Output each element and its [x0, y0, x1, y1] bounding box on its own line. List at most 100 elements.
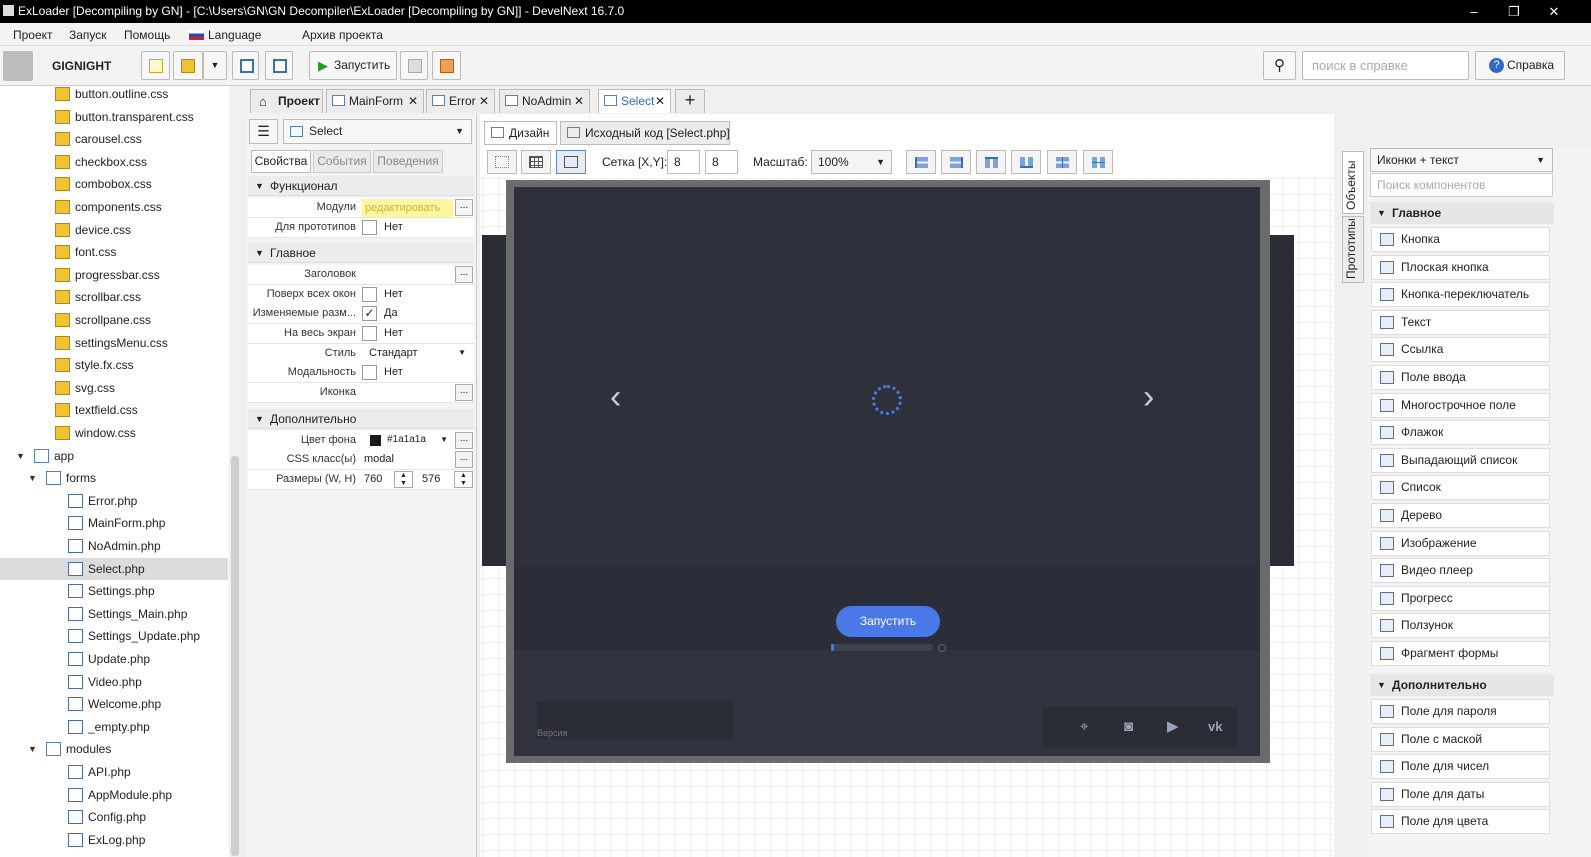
- avatar[interactable]: [3, 51, 33, 81]
- tab-behaviors[interactable]: Поведения: [373, 150, 443, 173]
- align-bottom-button[interactable]: [1011, 150, 1041, 174]
- maximize-button[interactable]: ❐: [1494, 2, 1534, 21]
- tab-objects[interactable]: Объекты: [1342, 151, 1364, 214]
- palette-item[interactable]: Видео плеер: [1371, 558, 1550, 584]
- close-tab-icon[interactable]: ✕: [574, 90, 584, 112]
- center-vertical-button[interactable]: [1083, 150, 1113, 174]
- snap-dots-button[interactable]: [487, 150, 517, 174]
- tree-item[interactable]: API.php: [0, 761, 228, 783]
- tab-noadmin[interactable]: NoAdmin ✕: [499, 89, 590, 113]
- palette-item[interactable]: Список: [1371, 475, 1550, 501]
- add-tab-button[interactable]: +: [675, 89, 705, 113]
- tree-item[interactable]: scrollbar.css: [0, 286, 228, 308]
- menu-help[interactable]: Помощь: [124, 28, 170, 42]
- fullscreen-checkbox[interactable]: [362, 326, 377, 341]
- open-project-button[interactable]: [173, 51, 203, 80]
- close-tab-icon[interactable]: ✕: [655, 90, 665, 112]
- width-stepper[interactable]: ▲ ▼: [394, 471, 413, 488]
- frame-button[interactable]: [556, 150, 586, 174]
- tab-prototypes[interactable]: Прототипы: [1342, 216, 1364, 283]
- palette-item[interactable]: Плоская кнопка: [1371, 254, 1550, 280]
- tree-item[interactable]: Error.php: [0, 490, 228, 512]
- section-functional[interactable]: Функционал: [248, 176, 474, 196]
- expand-arrow-icon[interactable]: ▼: [28, 467, 37, 489]
- menu-archive[interactable]: Архив проекта: [302, 28, 383, 42]
- tree-item[interactable]: ▼ app: [0, 445, 228, 467]
- palette-section-extra[interactable]: Дополнительно: [1370, 674, 1554, 696]
- close-button[interactable]: ✕: [1534, 2, 1574, 21]
- tree-item[interactable]: checkbox.css: [0, 151, 228, 173]
- tree-item[interactable]: Update.php: [0, 648, 228, 670]
- tree-item[interactable]: carousel.css: [0, 128, 228, 150]
- close-tab-icon[interactable]: ✕: [479, 90, 489, 112]
- tree-scrollbar-thumb[interactable]: [231, 456, 239, 856]
- grid-button[interactable]: [521, 150, 551, 174]
- tab-properties[interactable]: Свойства: [251, 150, 311, 173]
- tree-item[interactable]: components.css: [0, 196, 228, 218]
- prototypes-checkbox[interactable]: [362, 220, 377, 235]
- tree-item[interactable]: settingsMenu.css: [0, 332, 228, 354]
- tab-mainform[interactable]: MainForm ✕: [326, 89, 424, 113]
- new-project-button[interactable]: [141, 51, 170, 80]
- tree-item[interactable]: ▼ modules: [0, 738, 228, 760]
- tab-error[interactable]: Error ✕: [426, 89, 495, 113]
- tree-item[interactable]: Settings.php: [0, 580, 228, 602]
- palette-item[interactable]: Поле для даты: [1371, 781, 1550, 807]
- stop-button[interactable]: [400, 51, 428, 80]
- tree-item[interactable]: _empty.php: [0, 716, 228, 738]
- tree-item[interactable]: ▼ forms: [0, 467, 228, 489]
- menu-run[interactable]: Запуск: [69, 28, 107, 42]
- tree-item[interactable]: device.css: [0, 219, 228, 241]
- grid-y-input[interactable]: 8: [705, 150, 738, 174]
- chevron-left-icon[interactable]: ‹: [610, 378, 621, 417]
- tree-item[interactable]: Welcome.php: [0, 693, 228, 715]
- discord-icon[interactable]: ◙: [1124, 707, 1133, 747]
- tab-project[interactable]: ⌂ Проект: [250, 89, 323, 113]
- align-right-button[interactable]: [941, 150, 971, 174]
- tree-item[interactable]: MainForm.php: [0, 512, 228, 534]
- tab-source[interactable]: Исходный код [Select.php]: [560, 121, 730, 145]
- modules-edit-field[interactable]: редактировать: [362, 199, 453, 217]
- bg-color-value[interactable]: #1a1a1a: [387, 434, 426, 445]
- tree-item[interactable]: Settings_Main.php: [0, 603, 228, 625]
- help-search-input[interactable]: поиск в справке: [1302, 51, 1469, 80]
- palette-item[interactable]: Текст: [1371, 309, 1550, 335]
- css-class-value[interactable]: modal: [364, 453, 394, 465]
- tree-item[interactable]: Select.php: [0, 557, 228, 580]
- palette-item[interactable]: Изображение: [1371, 530, 1550, 556]
- palette-item[interactable]: Ссылка: [1371, 337, 1550, 363]
- modality-checkbox[interactable]: [362, 365, 377, 380]
- expand-arrow-icon[interactable]: ▼: [28, 738, 37, 760]
- menu-language[interactable]: Language: [208, 28, 261, 42]
- tree-item[interactable]: svg.css: [0, 377, 228, 399]
- palette-item[interactable]: Флажок: [1371, 420, 1550, 446]
- modules-more-button[interactable]: ...: [455, 199, 473, 216]
- view-mode-select[interactable]: Иконки + текст ▼: [1370, 148, 1553, 172]
- height-stepper[interactable]: ▲ ▼: [454, 471, 473, 488]
- icon-more-button[interactable]: ...: [455, 384, 473, 401]
- tree-item[interactable]: textfield.css: [0, 399, 228, 421]
- bg-more-button[interactable]: ...: [455, 432, 473, 449]
- tab-design[interactable]: Дизайн: [484, 121, 557, 145]
- tree-item[interactable]: ExLog.php: [0, 829, 228, 851]
- component-search-input[interactable]: Поиск компонентов: [1370, 173, 1553, 197]
- palette-section-main[interactable]: Главное: [1370, 202, 1554, 224]
- tree-item[interactable]: Settings_Update.php: [0, 625, 228, 647]
- tree-item[interactable]: AppModule.php: [0, 784, 228, 806]
- menu-project[interactable]: Проект: [13, 28, 53, 42]
- tree-item[interactable]: window.css: [0, 422, 228, 444]
- form-run-button[interactable]: Запустить: [836, 606, 940, 637]
- globe-icon[interactable]: ⌖: [1080, 707, 1088, 747]
- expand-arrow-icon[interactable]: ▼: [16, 445, 25, 467]
- hamburger-menu-button[interactable]: ☰: [249, 119, 278, 144]
- tree-item[interactable]: button.transparent.css: [0, 106, 228, 128]
- scale-select[interactable]: 100% ▼: [811, 150, 892, 174]
- save-all-button[interactable]: [265, 51, 293, 80]
- chevron-right-icon[interactable]: ›: [1143, 378, 1154, 417]
- align-top-button[interactable]: [976, 150, 1006, 174]
- palette-item[interactable]: Поле для пароля: [1371, 699, 1550, 724]
- title-more-button[interactable]: ...: [455, 266, 473, 283]
- close-tab-icon[interactable]: ✕: [408, 90, 418, 112]
- palette-item[interactable]: Поле с маской: [1371, 726, 1550, 752]
- tree-item[interactable]: button.outline.css: [0, 86, 228, 105]
